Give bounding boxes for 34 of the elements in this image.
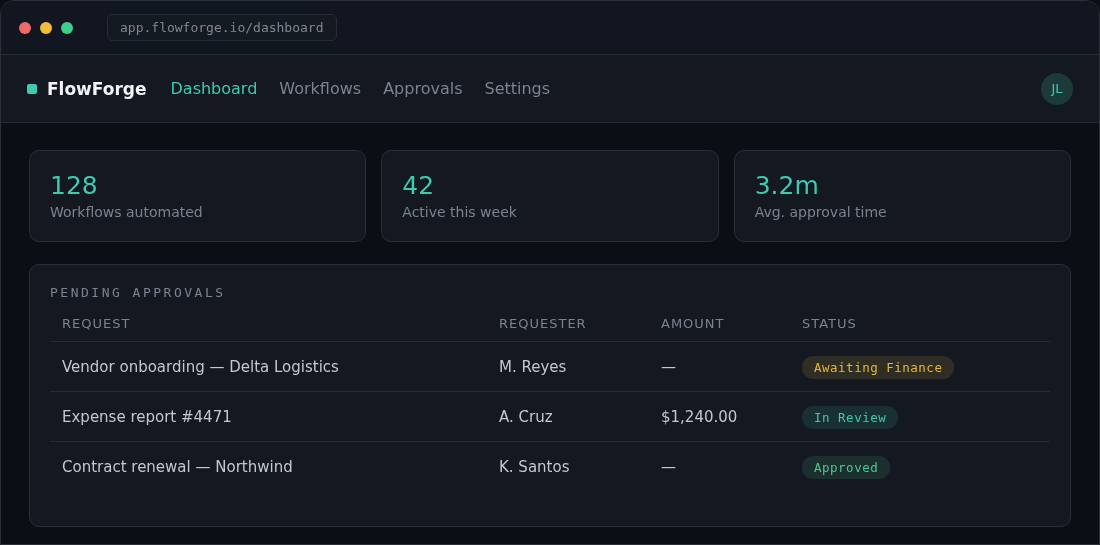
nav-link[interactable]: Workflows <box>279 79 362 98</box>
table-cell: K. Santos <box>487 441 649 491</box>
status-badge: In Review <box>802 405 899 429</box>
address-bar[interactable]: app.flowforge.io/dashboard <box>107 14 337 41</box>
panel-title: PENDING APPROVALS <box>50 285 227 300</box>
user-avatar[interactable]: JL <box>1041 72 1073 105</box>
column-header: AMOUNT <box>649 316 790 342</box>
status-badge: Approved <box>802 455 891 479</box>
nav-link[interactable]: Settings <box>484 79 551 98</box>
column-header: REQUESTER <box>487 316 649 342</box>
stat-label: Active this week <box>402 204 518 220</box>
column-header: STATUS <box>790 316 1050 342</box>
stat-value: 42 <box>402 171 436 201</box>
table-cell: — <box>649 341 790 392</box>
logo-icon <box>27 83 37 94</box>
table-cell: — <box>649 441 790 491</box>
table-cell: Expense report #4471 <box>50 391 487 442</box>
nav-link[interactable]: Approvals <box>383 79 463 98</box>
brand-name: FlowForge <box>47 78 147 99</box>
nav-link[interactable]: Dashboard <box>170 79 258 98</box>
status-badge: Awaiting Finance <box>802 355 955 379</box>
close-icon[interactable] <box>19 21 31 34</box>
column-header: REQUEST <box>50 316 487 342</box>
stat-value: 128 <box>50 171 99 201</box>
stat-label: Workflows automated <box>50 204 204 220</box>
stat-label: Avg. approval time <box>754 204 888 220</box>
table-cell: Contract renewal — Northwind <box>50 441 487 491</box>
stat-value: 3.2m <box>754 171 820 201</box>
minimize-icon[interactable] <box>40 21 52 34</box>
table-cell: $1,240.00 <box>649 391 790 442</box>
maximize-icon[interactable] <box>61 21 73 34</box>
table-cell: Vendor onboarding — Delta Logistics <box>50 341 487 392</box>
table-cell: A. Cruz <box>487 391 649 442</box>
table-cell: M. Reyes <box>487 341 649 392</box>
